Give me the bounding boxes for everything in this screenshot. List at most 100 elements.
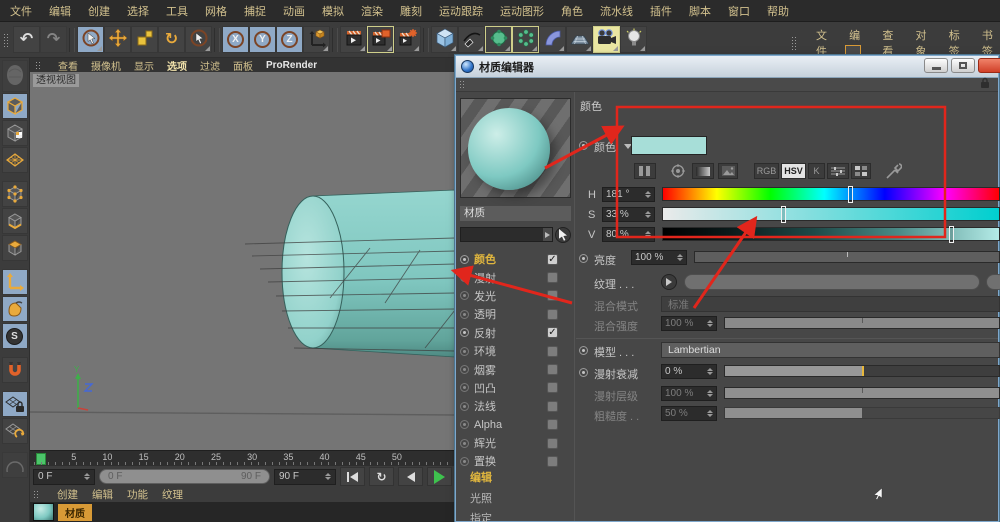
channel-environment[interactable]: 环境 [460, 342, 572, 360]
subdivision-surface-button[interactable] [485, 26, 512, 53]
menu-sculpt[interactable]: 雕刻 [400, 3, 422, 19]
mix-strength-value-field[interactable]: 100 % [661, 316, 717, 331]
channel-checkbox[interactable] [547, 272, 558, 283]
material-editor-window[interactable]: 材质编辑器 材质 颜色✓ 漫射 发光 [455, 55, 999, 522]
channel-radio[interactable] [460, 420, 469, 429]
menu-motion-tracker[interactable]: 运动跟踪 [439, 3, 483, 19]
frame-range-slider[interactable]: 0 F90 F [99, 469, 270, 484]
menu-snap[interactable]: 捕捉 [244, 3, 266, 19]
menu-character[interactable]: 角色 [561, 3, 583, 19]
sculpt-head-icon[interactable] [2, 60, 28, 92]
mm-menu-create[interactable]: 创建 [57, 487, 78, 502]
sphere-mode-button[interactable]: S [2, 323, 28, 349]
viewport-solo-mouse-button[interactable] [2, 296, 28, 322]
value-spinner[interactable] [645, 231, 651, 238]
render-view-button[interactable] [340, 26, 367, 53]
z-axis-lock-button[interactable]: Z [276, 26, 303, 53]
channel-radio[interactable] [460, 457, 469, 466]
material-editor-titlebar[interactable]: 材质编辑器 [456, 56, 998, 78]
channel-checkbox[interactable] [547, 456, 558, 467]
rotate-tool-button[interactable]: ↻ [158, 26, 185, 53]
menu-pipeline[interactable]: 流水线 [600, 3, 633, 19]
hue-spinner[interactable] [645, 191, 651, 198]
channel-radio[interactable] [460, 347, 469, 356]
name-dropdown-button[interactable] [543, 228, 552, 241]
redo-button[interactable]: ↷ [40, 26, 67, 53]
menu-animate[interactable]: 动画 [283, 3, 305, 19]
channel-checkbox[interactable] [547, 309, 558, 320]
saturation-spinner[interactable] [645, 211, 651, 218]
y-axis-lock-button[interactable]: Y [249, 26, 276, 53]
texture-field[interactable] [684, 274, 980, 290]
menu-window[interactable]: 窗口 [728, 3, 750, 19]
menu-tools[interactable]: 工具 [166, 3, 188, 19]
channel-checkbox[interactable] [547, 438, 558, 449]
timeline-ruler[interactable]: 05101520253035404550 [30, 450, 455, 466]
texture-browse-button[interactable] [661, 274, 677, 290]
hue-handle[interactable] [848, 186, 853, 203]
channel-glow[interactable]: 辉光 [460, 434, 572, 452]
channel-radio[interactable] [460, 328, 469, 337]
channel-color[interactable]: 颜色✓ [460, 250, 572, 268]
menu-mograph[interactable]: 运动图形 [500, 3, 544, 19]
menu-create[interactable]: 创建 [88, 3, 110, 19]
model-anim-dot[interactable] [579, 346, 588, 355]
array-mograph-button[interactable] [512, 26, 539, 53]
mm-menu-edit[interactable]: 编辑 [92, 487, 113, 502]
mm-menu-function[interactable]: 功能 [127, 487, 148, 502]
goto-start-button[interactable] [340, 467, 365, 486]
channel-checkbox[interactable] [547, 290, 558, 301]
current-frame-field[interactable]: 0 F [33, 469, 95, 485]
eyedropper-icon[interactable] [886, 163, 902, 182]
bottom-partial-icon[interactable] [2, 452, 28, 478]
channel-checkbox[interactable]: ✓ [547, 327, 558, 338]
lock-icon[interactable] [980, 77, 990, 92]
menu-render[interactable]: 渲染 [361, 3, 383, 19]
model-dropdown[interactable]: Lambertian [661, 342, 1000, 358]
editor-strip-grip[interactable] [459, 80, 466, 89]
color-anim-dot[interactable] [579, 141, 588, 150]
tab-illumination[interactable]: 光照 [470, 490, 570, 506]
diffuse-falloff-value-field[interactable]: 0 % [661, 364, 717, 379]
end-frame-spinner[interactable] [325, 473, 331, 480]
texture-field-partial[interactable] [986, 274, 1000, 290]
tab-assign[interactable]: 指定 [470, 510, 570, 522]
image-button[interactable] [718, 163, 738, 179]
camera-button[interactable] [593, 26, 620, 53]
channel-transparency[interactable]: 透明 [460, 305, 572, 323]
play-button[interactable] [427, 467, 452, 486]
x-axis-lock-button[interactable]: X [222, 26, 249, 53]
channel-radio[interactable] [460, 255, 469, 264]
color-wheel-button[interactable] [668, 163, 688, 179]
roughness-slider[interactable] [724, 407, 1000, 419]
sliders-view-button[interactable] [827, 163, 849, 179]
floor-environment-button[interactable] [566, 26, 593, 53]
diffuse-level-slider[interactable] [724, 387, 1000, 399]
menu-edit[interactable]: 编辑 [49, 3, 71, 19]
workplane-refresh-button[interactable] [2, 418, 28, 444]
menu-script[interactable]: 脚本 [689, 3, 711, 19]
deformer-bend-button[interactable] [539, 26, 566, 53]
saturation-slider[interactable] [662, 207, 1000, 221]
lock-workplane-button[interactable] [2, 391, 28, 417]
maximize-button[interactable] [951, 58, 975, 73]
snap-magnet-button[interactable] [2, 357, 28, 383]
spectrum-button[interactable] [692, 163, 714, 179]
brightness-anim-dot[interactable] [579, 254, 588, 263]
polygon-mode-button[interactable] [2, 235, 28, 261]
hue-slider[interactable] [662, 187, 1000, 201]
live-selection-button[interactable] [77, 26, 104, 53]
saturation-value-field[interactable]: 33 % [602, 207, 655, 222]
channel-checkbox[interactable] [547, 346, 558, 357]
channel-bump[interactable]: 凹凸 [460, 379, 572, 397]
channel-checkbox[interactable]: ✓ [547, 254, 558, 265]
channel-radio[interactable] [460, 310, 469, 319]
enable-axis-button[interactable] [2, 269, 28, 295]
channel-radio[interactable] [460, 273, 469, 282]
material-thumbnail[interactable] [33, 503, 54, 521]
value-value-field[interactable]: 80 % [602, 227, 655, 242]
mix-mode-dropdown[interactable]: 标准 [661, 296, 1000, 312]
render-to-picture-viewer-button[interactable] [367, 26, 394, 53]
previous-key-button[interactable] [398, 467, 423, 486]
menu-simulate[interactable]: 模拟 [322, 3, 344, 19]
